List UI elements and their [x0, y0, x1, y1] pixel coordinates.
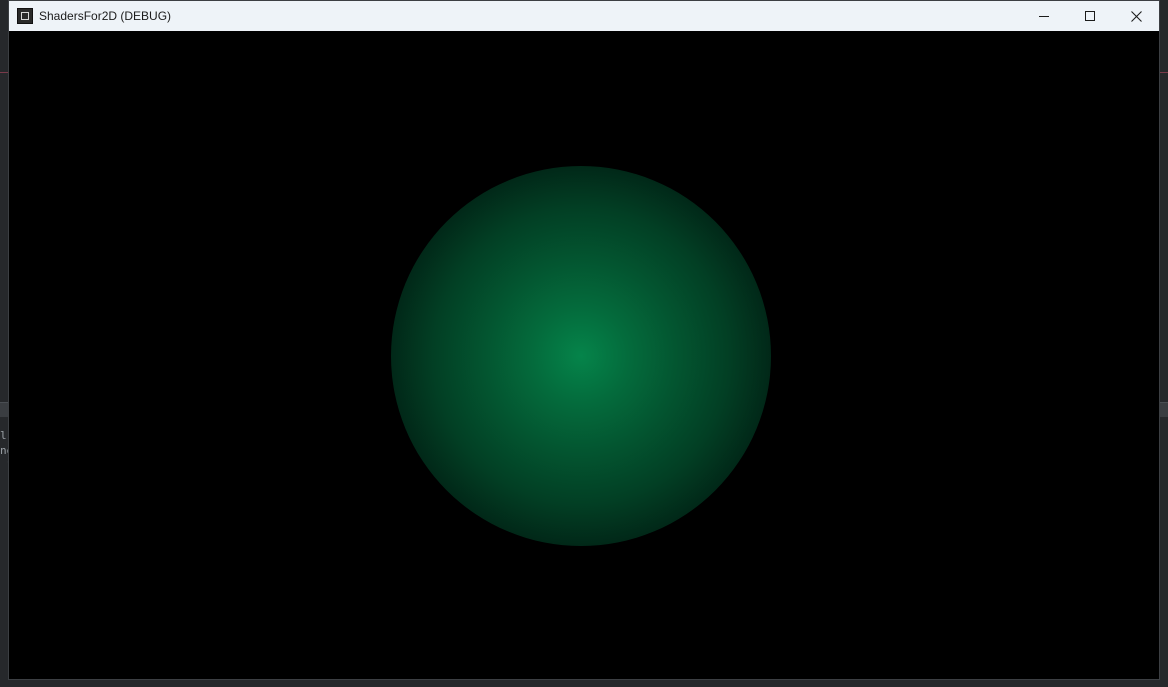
background-code-fragments: lr ne 1 [0, 428, 8, 473]
close-button[interactable] [1113, 1, 1159, 31]
code-fragment: lr [0, 429, 8, 442]
maximize-button[interactable] [1067, 1, 1113, 31]
code-fragment: 1 [0, 459, 8, 472]
render-canvas[interactable] [9, 31, 1159, 679]
minimize-button[interactable] [1021, 1, 1067, 31]
window-title: ShadersFor2D (DEBUG) [39, 9, 172, 23]
app-window: ShadersFor2D (DEBUG) [8, 0, 1160, 680]
code-fragment: ne [0, 444, 8, 457]
app-icon[interactable] [17, 8, 33, 24]
close-icon [1130, 10, 1142, 22]
title-bar[interactable]: ShadersFor2D (DEBUG) [9, 1, 1159, 31]
window-controls [1021, 1, 1159, 31]
maximize-icon [1085, 11, 1095, 21]
minimize-icon [1039, 16, 1049, 17]
green-glow-orb [391, 166, 771, 546]
